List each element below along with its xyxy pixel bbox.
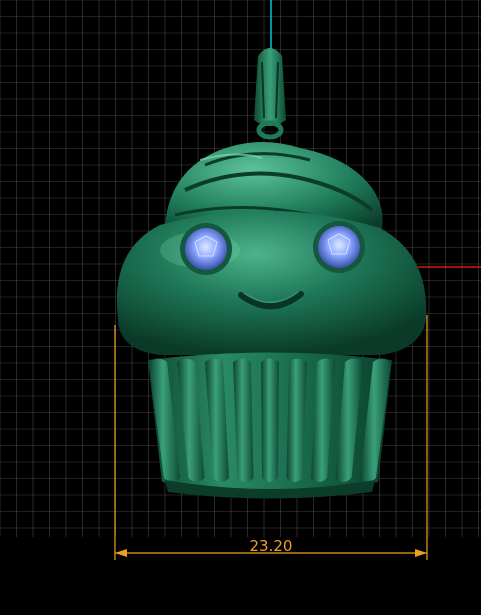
dimension-value: 23.20 bbox=[250, 537, 293, 555]
left-eye-gem bbox=[180, 223, 232, 275]
cupcake-liner bbox=[148, 352, 392, 499]
pendant-bail bbox=[254, 48, 286, 140]
right-eye-gem bbox=[313, 221, 365, 273]
viewport-canvas[interactable]: 23.20 bbox=[0, 0, 481, 615]
liner-rib bbox=[261, 358, 279, 482]
frosting-dome bbox=[116, 210, 427, 355]
3d-model-viewport[interactable]: 23.20 bbox=[0, 0, 481, 615]
